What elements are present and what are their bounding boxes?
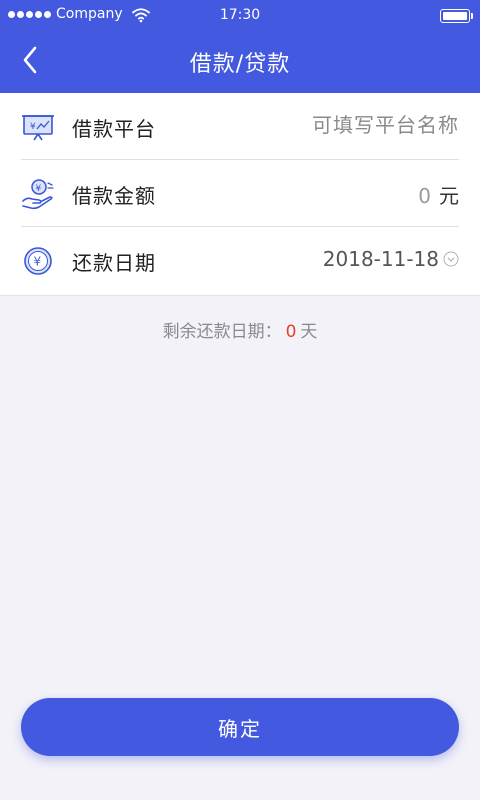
remaining-days: 剩余还款日期： 0 天: [0, 317, 480, 342]
confirm-button[interactable]: 确定: [21, 698, 459, 756]
svg-text:¥: ¥: [36, 184, 42, 194]
svg-text:¥: ¥: [30, 122, 36, 132]
monitor-yen-icon: ¥: [22, 115, 54, 141]
date-picker[interactable]: 2018-11-18: [323, 247, 459, 271]
remaining-unit: 天: [300, 322, 318, 342]
loan-form: ¥ 借款平台 ¥ 借款金额 0 元 ¥ 还款日期: [0, 93, 480, 296]
status-time: 17:30: [219, 7, 261, 23]
date-row[interactable]: ¥ 还款日期 2018-11-18: [0, 227, 480, 294]
remaining-days-value: 0: [285, 322, 297, 342]
amount-row[interactable]: ¥ 借款金额 0 元: [0, 160, 480, 227]
platform-row[interactable]: ¥ 借款平台: [0, 93, 480, 160]
page-title: 借款/贷款: [189, 52, 291, 77]
amount-label: 借款金额: [72, 184, 156, 208]
remaining-label: 剩余还款日期：: [162, 322, 282, 342]
amount-value[interactable]: 0: [418, 184, 431, 208]
date-label: 还款日期: [72, 251, 156, 275]
date-value: 2018-11-18: [322, 247, 439, 271]
platform-input[interactable]: [259, 111, 459, 139]
hand-coin-icon: ¥: [22, 179, 54, 210]
yen-coin-icon: ¥: [24, 247, 52, 275]
svg-text:¥: ¥: [34, 255, 42, 269]
battery-icon: [440, 9, 473, 23]
amount-field[interactable]: 0 元: [418, 180, 459, 209]
amount-unit: 元: [439, 184, 459, 208]
platform-label: 借款平台: [72, 117, 156, 141]
chevron-down-circle-icon: [443, 251, 459, 267]
app-header: Company 17:30 借款/贷款: [0, 0, 480, 93]
status-bar: Company 17:30: [0, 0, 480, 32]
